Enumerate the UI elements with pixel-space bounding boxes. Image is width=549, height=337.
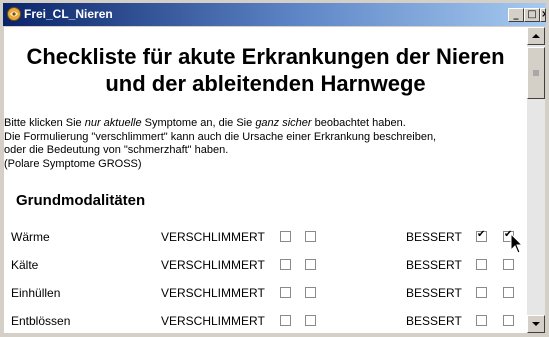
worse-checkbox-1[interactable] [280, 287, 291, 298]
worse-checkbox-1[interactable] [280, 231, 291, 242]
scroll-thumb[interactable] [527, 47, 545, 99]
instr-emphasis-sure: ganz sicher [255, 117, 312, 129]
worse-checkbox-2[interactable] [305, 315, 316, 326]
worse-checkbox-2[interactable] [305, 287, 316, 298]
instructions: Bitte klicken Sie nur aktuelle Symptome … [4, 117, 527, 171]
minimize-button[interactable]: _ [508, 8, 524, 22]
better-label: BESSERT [406, 314, 462, 328]
symptom-label: Kälte [11, 258, 39, 272]
better-label: BESSERT [406, 286, 462, 300]
symptom-row-entbloessen: Entblössen VERSCHLIMMERT BESSERT [4, 311, 527, 331]
instructions-line4: (Polare Symptome GROSS) [4, 157, 142, 170]
worse-checkbox-1[interactable] [280, 259, 291, 270]
worse-label: VERSCHLIMMERT [161, 258, 265, 272]
better-checkbox-2[interactable] [503, 287, 514, 298]
page-title: Checkliste für akute Erkrankungen der Ni… [4, 43, 527, 97]
better-checkbox-1[interactable] [476, 259, 487, 270]
better-checkbox-1[interactable] [476, 229, 487, 242]
arrow-up-icon [532, 34, 540, 38]
instr-text: Symptome an, die Sie [141, 117, 256, 129]
scroll-up-button[interactable] [527, 27, 545, 45]
better-checkbox-2[interactable] [503, 259, 514, 270]
section-title: Grundmodalitäten [16, 192, 146, 209]
symptom-label: Einhüllen [11, 286, 61, 300]
app-window: Frei_CL_Nieren _ □ × Checkliste für akut… [0, 0, 549, 337]
symptom-label: Wärme [11, 230, 50, 244]
instr-emphasis-current: nur aktuelle [84, 117, 142, 129]
grip-icon [533, 70, 539, 76]
instructions-line2: Die Formulierung "verschlimmert" kann au… [4, 130, 437, 143]
better-checkbox-1[interactable] [476, 315, 487, 326]
instr-text: beobachtet haben. [311, 117, 406, 129]
checklist-content: Checkliste für akute Erkrankungen der Ni… [4, 27, 527, 333]
worse-checkbox-2[interactable] [305, 231, 316, 242]
instructions-line3: oder die Bedeutung von "schmerzhaft" hab… [4, 144, 229, 156]
vertical-scrollbar[interactable] [527, 27, 545, 333]
better-label: BESSERT [406, 230, 462, 244]
symptom-row-einhuellen: Einhüllen VERSCHLIMMERT BESSERT [4, 283, 527, 303]
scroll-down-button[interactable] [527, 315, 545, 333]
worse-label: VERSCHLIMMERT [161, 314, 265, 328]
app-icon [7, 7, 21, 21]
better-checkbox-2[interactable] [503, 315, 514, 326]
worse-checkbox-2[interactable] [305, 259, 316, 270]
close-icon: × [541, 9, 545, 20]
better-label: BESSERT [406, 258, 462, 272]
mouse-pointer-icon [510, 233, 524, 254]
worse-checkbox-1[interactable] [280, 315, 291, 326]
minimize-icon: _ [513, 9, 519, 20]
close-button[interactable]: × [540, 8, 546, 22]
window-title: Frei_CL_Nieren [24, 7, 113, 21]
instr-text: Bitte klicken Sie [4, 117, 85, 129]
worse-label: VERSCHLIMMERT [161, 230, 265, 244]
symptom-row-kaelte: Kälte VERSCHLIMMERT BESSERT [4, 255, 527, 275]
maximize-icon: □ [527, 9, 537, 20]
instructions-line1: Bitte klicken Sie nur aktuelle Symptome … [4, 117, 527, 131]
page-title-line2: und der ableitenden Harnwege [105, 71, 426, 96]
worse-label: VERSCHLIMMERT [161, 286, 265, 300]
title-bar[interactable]: Frei_CL_Nieren _ □ × [3, 3, 546, 26]
page-title-line1: Checkliste für akute Erkrankungen der Ni… [26, 44, 505, 69]
arrow-down-icon [532, 322, 540, 326]
maximize-button[interactable]: □ [524, 8, 540, 22]
better-checkbox-1[interactable] [476, 287, 487, 298]
symptom-row-waerme: Wärme VERSCHLIMMERT BESSERT [4, 227, 527, 247]
symptom-label: Entblössen [11, 314, 71, 328]
